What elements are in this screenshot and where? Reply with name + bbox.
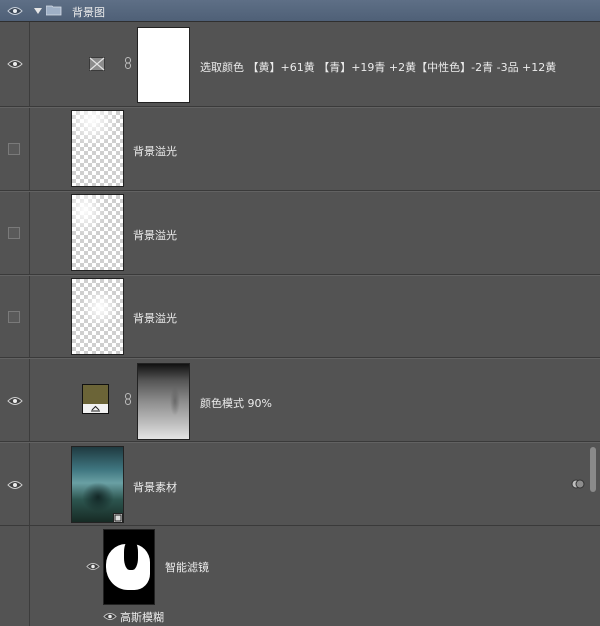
eye-icon[interactable] xyxy=(7,480,23,490)
layer-name: 背景溢光 xyxy=(133,229,177,242)
glow-highlight xyxy=(72,195,123,270)
layer-thumbnail[interactable] xyxy=(71,446,124,523)
layer-name: 背景素材 xyxy=(133,481,177,494)
eye-icon[interactable] xyxy=(86,562,100,571)
selective-color-adjustment-icon xyxy=(89,57,105,71)
layer-name: 颜色模式 90% xyxy=(200,397,272,410)
layer-row-background-material[interactable]: 背景素材 xyxy=(0,442,600,526)
layer-name: 选取颜色 【黄】+61黄 【青】+19青 +2黄【中性色】-2青 -3品 +12… xyxy=(200,61,557,74)
eye-icon[interactable] xyxy=(103,612,117,621)
eye-icon[interactable] xyxy=(7,396,23,406)
visibility-toggle[interactable] xyxy=(8,311,20,323)
fill-color-swatch[interactable] xyxy=(82,384,109,414)
layer-thumbnail[interactable] xyxy=(71,278,124,355)
layer-name: 背景溢光 xyxy=(133,145,177,158)
visibility-toggle[interactable] xyxy=(8,227,20,239)
group-name: 背景图 xyxy=(72,6,105,19)
layer-thumbnail[interactable] xyxy=(71,194,124,271)
layer-row-color-fill[interactable]: 颜色模式 90% xyxy=(0,358,600,442)
smart-filter-indicator-icon[interactable] xyxy=(571,478,585,490)
smart-filter-mask-thumbnail[interactable] xyxy=(103,529,155,605)
layer-row-background-glow-3[interactable]: 背景溢光 xyxy=(0,275,600,358)
layer-name: 背景溢光 xyxy=(133,312,177,325)
layer-row-selective-color[interactable]: 选取颜色 【黄】+61黄 【青】+19青 +2黄【中性色】-2青 -3品 +12… xyxy=(0,22,600,107)
layer-mask-thumbnail[interactable] xyxy=(137,27,190,103)
smart-filters-row[interactable]: 智能滤镜 xyxy=(0,526,600,608)
layer-mask-thumbnail[interactable] xyxy=(137,363,190,440)
visibility-toggle[interactable] xyxy=(8,143,20,155)
layer-thumbnail[interactable] xyxy=(71,110,124,187)
smart-object-badge-icon xyxy=(113,513,123,523)
folder-icon xyxy=(46,5,62,16)
eye-icon[interactable] xyxy=(7,59,23,69)
glow-highlight xyxy=(72,111,123,186)
mask-shape xyxy=(170,386,180,416)
smart-filters-label: 智能滤镜 xyxy=(165,561,209,574)
link-chain-icon[interactable] xyxy=(124,393,132,405)
fill-adjustment-icon xyxy=(83,404,108,413)
scrollbar-thumb[interactable] xyxy=(590,447,596,492)
layer-row-background-glow-2[interactable]: 背景溢光 xyxy=(0,191,600,275)
layer-group-header[interactable]: 背景图 xyxy=(0,0,600,22)
scene-ruins xyxy=(82,482,114,512)
disclosure-triangle-icon[interactable] xyxy=(34,8,42,14)
mask-notch xyxy=(124,540,138,570)
filter-name: 高斯模糊 xyxy=(120,611,164,624)
link-chain-icon[interactable] xyxy=(124,57,132,69)
filter-row-gaussian-blur[interactable]: 高斯模糊 xyxy=(0,608,600,626)
layer-row-background-glow-1[interactable]: 背景溢光 xyxy=(0,107,600,191)
glow-highlight xyxy=(72,279,123,354)
eye-icon[interactable] xyxy=(7,6,23,16)
